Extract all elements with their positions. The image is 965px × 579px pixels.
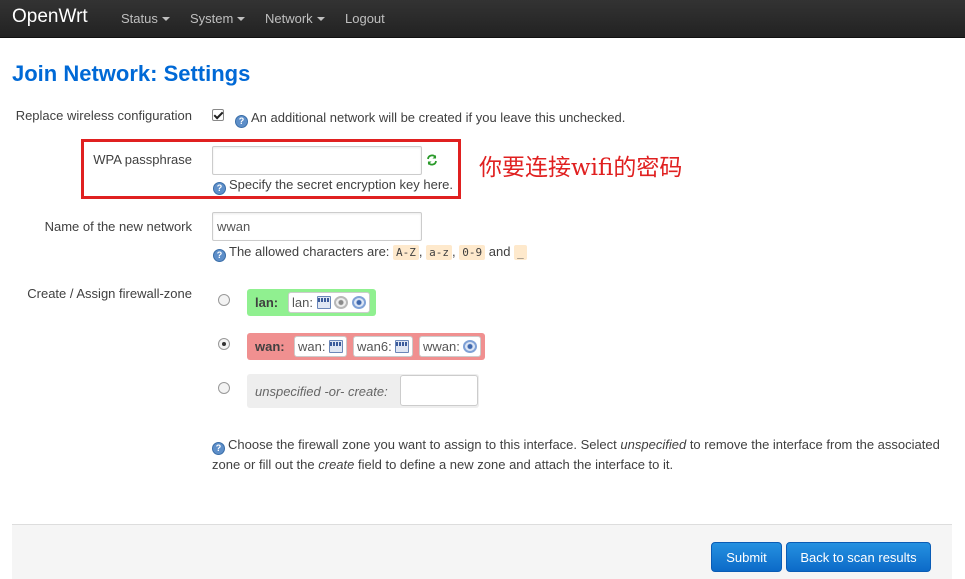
separator: , [452, 244, 456, 259]
create-zone-input[interactable] [400, 375, 478, 406]
allowed-chars-digits: 0-9 [459, 245, 486, 260]
zone-unspecified[interactable]: unspecified -or- create: [247, 374, 479, 408]
wifi-icon [351, 296, 366, 309]
iface-wwan-label: wwan: [423, 339, 460, 354]
zone-wan-name: wan: [255, 339, 285, 354]
network-name-input[interactable] [212, 212, 422, 241]
wpa-passphrase-label: WPA passphrase [93, 152, 192, 167]
help-icon: ? [213, 249, 226, 262]
iface-wan6: wan6: [353, 336, 414, 357]
firewall-help-1a: Choose the firewall zone you want to ass… [228, 437, 617, 452]
zone-lan-name: lan: [255, 295, 279, 310]
zone-unspecified-label: unspecified -or- create: [255, 384, 388, 399]
zone-wan[interactable]: wan: wan: wan6: wwan: [247, 333, 485, 360]
iface-wan-label: wan: [298, 339, 326, 354]
menu-system[interactable]: System [190, 11, 246, 26]
zone-wan-radio[interactable] [218, 338, 230, 350]
wpa-passphrase-input[interactable] [212, 146, 422, 175]
wpa-passphrase-help: ? Specify the secret encryption key here. [213, 177, 453, 195]
firewall-help-2a: zone or fill out the [212, 457, 315, 472]
firewall-help-2em: create [318, 457, 355, 472]
firewall-help-2b: field to define a new zone and attach th… [358, 457, 674, 472]
replace-config-help-text: An additional network will be created if… [251, 110, 626, 125]
ethernet-port-icon [316, 296, 331, 309]
iface-wwan: wwan: [419, 336, 482, 357]
menu-logout-label: Logout [345, 11, 385, 26]
ethernet-port-icon [329, 340, 344, 353]
replace-config-checkbox[interactable] [212, 109, 224, 121]
toggle-password-icon[interactable] [426, 154, 438, 166]
iface-lan-label: lan: [292, 295, 313, 310]
menu-network[interactable]: Network [265, 11, 325, 26]
menu-status[interactable]: Status [121, 11, 170, 26]
back-to-scan-button[interactable]: Back to scan results [786, 542, 931, 572]
allowed-chars-underscore: _ [514, 245, 527, 260]
firewall-zone-help: ? Choose the firewall zone you want to as… [212, 435, 952, 475]
help-icon: ? [235, 115, 248, 128]
help-icon: ? [212, 442, 225, 455]
help-icon: ? [213, 182, 226, 195]
and-text: and [488, 244, 511, 259]
form-footer: Submit Back to scan results [12, 524, 952, 579]
annotation-note: 你要连接wifi的密码 [479, 155, 683, 181]
iface-lan: lan: [288, 292, 370, 313]
menu-logout[interactable]: Logout [345, 11, 385, 26]
wifi-disabled-icon [334, 296, 349, 309]
firewall-help-1em: unspecified [620, 437, 687, 452]
zone-lan-radio[interactable] [218, 294, 230, 306]
chevron-down-icon [237, 17, 246, 21]
network-name-label: Name of the new network [44, 219, 192, 234]
zone-unspecified-radio[interactable] [218, 382, 230, 394]
page-title: Join Network: Settings [12, 61, 251, 86]
menu-network-label: Network [265, 11, 313, 26]
wifi-icon [463, 340, 478, 353]
separator: , [418, 244, 423, 259]
network-name-help-text: The allowed characters are: [229, 244, 390, 259]
firewall-help-1b: to remove the interface from the associa… [689, 437, 940, 452]
replace-config-label: Replace wireless configuration [15, 108, 192, 123]
zone-lan[interactable]: lan: lan: [247, 289, 376, 316]
replace-config-help: ? An additional network will be created i… [235, 110, 625, 128]
brand-logo[interactable]: OpenWrt [12, 6, 88, 28]
firewall-zone-label: Create / Assign firewall-zone [27, 286, 192, 301]
wpa-passphrase-help-text: Specify the secret encryption key here. [229, 177, 454, 192]
submit-button[interactable]: Submit [711, 542, 782, 572]
menu-system-label: System [190, 11, 234, 26]
network-name-help: ? The allowed characters are: A-Z, a-z, 0… [213, 244, 527, 262]
top-navbar: OpenWrt Status System Network Logout [0, 0, 965, 38]
chevron-down-icon [316, 17, 325, 21]
allowed-chars-upper: A-Z [393, 245, 419, 260]
menu-status-label: Status [121, 11, 158, 26]
allowed-chars-lower: a-z [426, 245, 453, 260]
iface-wan: wan: [294, 336, 348, 357]
ethernet-port-icon [395, 340, 410, 353]
chevron-down-icon [161, 17, 170, 21]
iface-wan6-label: wan6: [357, 339, 392, 354]
